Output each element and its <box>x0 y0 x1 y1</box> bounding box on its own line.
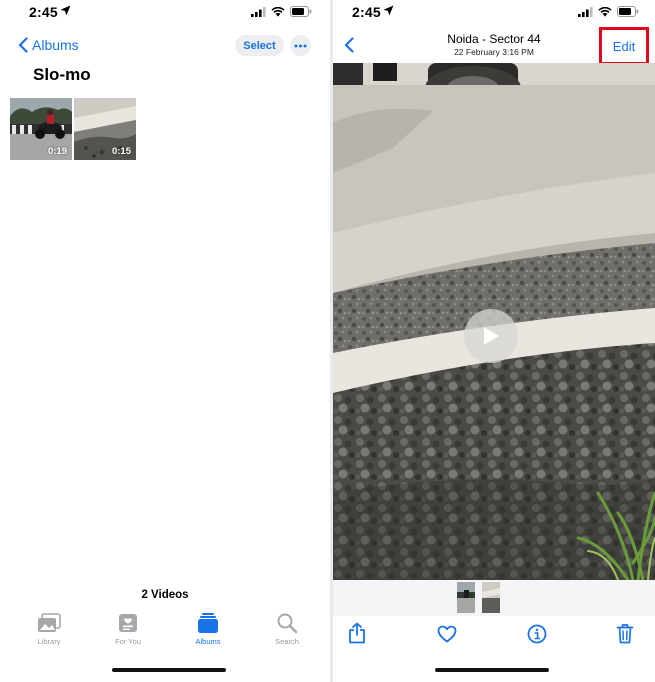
status-time: 2:45 <box>29 4 58 20</box>
home-indicator[interactable] <box>112 668 226 672</box>
status-bar: 2:45 <box>0 0 330 26</box>
video-thumbnail[interactable]: 0:19 <box>10 98 72 160</box>
video-duration: 0:19 <box>47 146 67 157</box>
video-preview[interactable] <box>333 63 655 580</box>
filmstrip-thumbnail[interactable] <box>482 582 500 613</box>
chevron-left-icon <box>18 37 28 53</box>
more-options-button[interactable] <box>290 35 311 56</box>
video-thumbnail[interactable]: 0:15 <box>74 98 136 160</box>
cellular-signal-icon <box>578 6 593 17</box>
ellipsis-icon <box>294 44 307 47</box>
share-icon[interactable] <box>348 622 366 644</box>
tab-label: Albums <box>195 637 221 646</box>
select-button[interactable]: Select <box>235 35 284 56</box>
tab-bar: Library For You Albums Search <box>0 612 330 656</box>
location-arrow-icon <box>383 5 394 16</box>
battery-icon <box>290 6 312 17</box>
tab-search[interactable]: Search <box>257 612 317 646</box>
back-label: Albums <box>32 37 79 53</box>
status-time: 2:45 <box>352 4 381 20</box>
filmstrip-thumbnail[interactable] <box>457 582 475 613</box>
albums-icon <box>198 613 218 633</box>
video-duration: 0:15 <box>111 146 131 157</box>
status-bar: 2:45 <box>333 0 655 26</box>
albums-screen: 2:45 Albums Select Slo-mo 0:19 0:15 2 Vi… <box>0 0 330 682</box>
battery-icon <box>617 6 639 17</box>
play-icon <box>484 327 499 345</box>
location-arrow-icon <box>60 5 71 16</box>
tab-for-you[interactable]: For You <box>98 612 158 646</box>
search-icon <box>277 613 298 634</box>
thumbnail-image <box>482 582 500 613</box>
thumbnail-image <box>457 582 475 613</box>
wifi-icon <box>598 6 612 17</box>
photo-action-bar <box>333 622 655 648</box>
wifi-icon <box>271 6 285 17</box>
photo-viewer-screen: 2:45 Noida - Sector 44 22 February 3:16 … <box>333 0 655 682</box>
tab-albums[interactable]: Albums <box>178 612 238 646</box>
home-indicator[interactable] <box>435 668 549 672</box>
edit-button[interactable]: Edit <box>599 27 649 65</box>
photo-library-icon <box>38 613 61 632</box>
tab-library[interactable]: Library <box>19 612 79 646</box>
play-button[interactable] <box>464 309 518 363</box>
tab-label: Search <box>275 637 299 646</box>
info-icon[interactable] <box>527 624 547 644</box>
heart-icon[interactable] <box>437 625 457 643</box>
cellular-signal-icon <box>251 6 266 17</box>
tab-label: Library <box>37 637 61 646</box>
tab-label: For You <box>115 637 141 646</box>
trash-icon[interactable] <box>616 623 634 644</box>
back-to-albums-button[interactable]: Albums <box>18 37 79 53</box>
album-title: Slo-mo <box>33 65 91 84</box>
video-count-label: 2 Videos <box>141 589 189 601</box>
for-you-icon <box>119 614 137 632</box>
filmstrip <box>333 580 655 616</box>
